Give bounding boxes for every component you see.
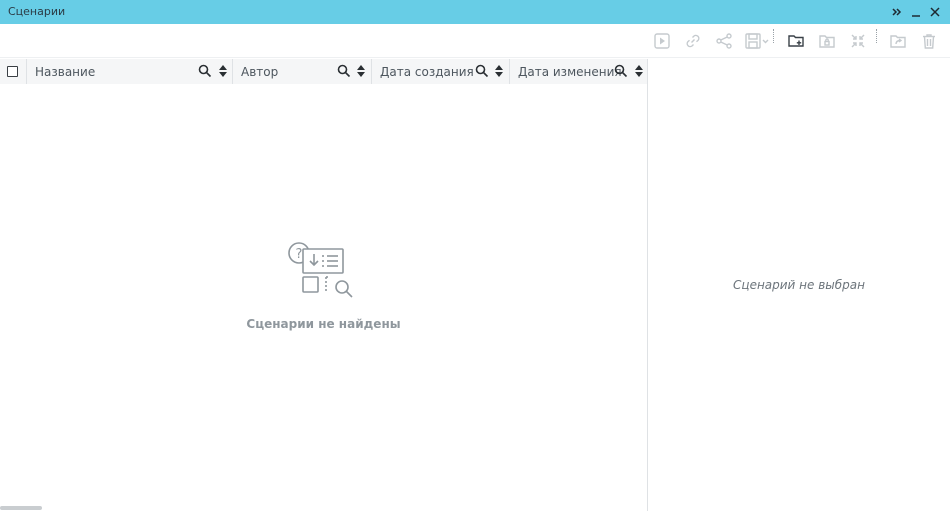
column-label: Дата изменения [518,65,622,79]
minimize-button[interactable] [907,3,925,21]
close-icon [930,7,940,17]
new-folder-button[interactable] [786,31,806,51]
sort-icon [357,65,365,77]
column-author[interactable]: Автор [232,59,371,84]
open-folder-button[interactable] [888,31,908,51]
column-name[interactable]: Название [26,59,232,84]
horizontal-scrollbar[interactable] [0,506,42,510]
table-header: Название Автор Дата создания Дата измене… [0,59,647,84]
window-title: Сценарии [8,5,66,18]
delete-button[interactable] [919,31,939,51]
search-icon [614,64,628,78]
share-icon [716,33,732,49]
save-dropdown-button[interactable] [744,31,770,51]
column-sort-button[interactable] [494,63,504,79]
toolbar-separator [876,29,877,43]
close-button[interactable] [926,3,944,21]
collapse-button[interactable] [848,31,868,51]
save-dropdown-icon [745,33,769,49]
search-icon [475,64,489,78]
sort-icon [219,65,227,77]
new-folder-icon [788,35,804,47]
column-search-button[interactable] [337,64,351,78]
no-selection-message: Сценарий не выбран [733,278,865,292]
select-all-checkbox[interactable] [7,66,18,77]
scenario-list: Название Автор Дата создания Дата измене… [0,59,647,511]
column-search-button[interactable] [198,64,212,78]
collapse-icon [851,34,865,48]
no-results-icon: ? [286,240,358,298]
column-sort-button[interactable] [356,63,366,79]
run-button[interactable] [652,31,672,51]
share-button[interactable] [714,31,734,51]
open-folder-icon [890,35,906,48]
expand-panel-button[interactable] [888,3,906,21]
column-label: Дата создания [380,65,474,79]
sort-icon [635,65,643,77]
play-icon [654,33,670,49]
column-created[interactable]: Дата создания [371,59,509,84]
column-search-button[interactable] [614,64,628,78]
column-label: Автор [241,65,279,79]
minimize-icon [912,15,920,17]
column-modified[interactable]: Дата изменения [509,59,647,84]
double-chevron-right-icon [892,8,902,16]
svg-text:?: ? [296,247,303,262]
column-label: Название [35,65,96,79]
column-sort-button[interactable] [218,63,228,79]
search-icon [198,64,212,78]
locked-folder-icon [819,35,835,48]
trash-icon [923,34,935,49]
column-search-button[interactable] [475,64,489,78]
details-pane: Сценарий не выбран [648,59,950,511]
column-sort-button[interactable] [634,63,644,79]
toolbar [0,24,950,58]
sort-icon [495,65,503,77]
link-button[interactable] [683,31,703,51]
toolbar-separator [773,29,774,43]
lock-folder-button[interactable] [817,31,837,51]
empty-state-message: Сценарии не найдены [246,317,401,331]
search-icon [337,64,351,78]
title-bar: Сценарии [0,0,950,24]
link-icon [686,34,700,48]
